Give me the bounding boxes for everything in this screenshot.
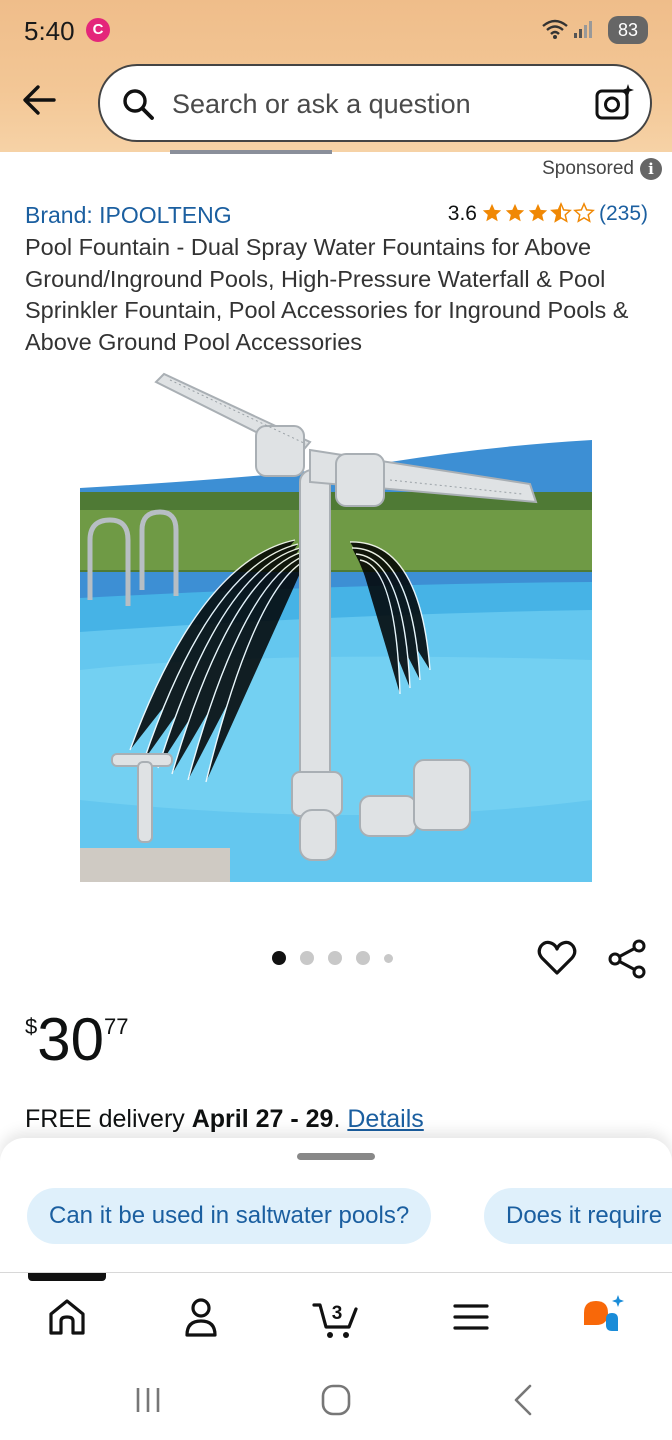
notification-badge: C [86, 18, 110, 42]
rating-value: 3.6 [447, 202, 477, 225]
bottom-nav: 3 [0, 1272, 672, 1360]
product-title: Pool Fountain - Dual Spray Water Fountai… [25, 234, 629, 355]
info-icon[interactable]: i [640, 158, 662, 180]
cart-icon[interactable]: 3 [311, 1293, 359, 1341]
star-empty-icon [573, 202, 595, 223]
rating-count: (235) [598, 202, 648, 225]
rating-summary[interactable]: 3.6 (235) [448, 202, 648, 226]
status-bar: 5:40 C 83 [24, 12, 648, 48]
sponsored-label[interactable]: Sponsored i [542, 158, 662, 180]
star-full-icon [528, 203, 548, 222]
search-icon [123, 89, 154, 120]
carousel-dot[interactable] [328, 951, 342, 965]
price-cents: 77 [104, 1014, 129, 1039]
delivery-suffix: . [333, 1105, 348, 1133]
product-image[interactable] [60, 370, 620, 900]
delivery-info: FREE delivery April 27 - 29. Details [25, 1105, 424, 1134]
suggestions-sheet[interactable]: Can it be used in saltwater pools? Does … [0, 1138, 672, 1278]
status-time: 5:40 [24, 16, 75, 46]
camera-search-icon[interactable] [594, 82, 636, 124]
star-full-icon [505, 203, 525, 222]
delivery-details-link[interactable]: Details [347, 1105, 423, 1133]
app-header: 5:40 C 83 [0, 0, 672, 154]
carousel-dot[interactable] [384, 953, 393, 963]
signal-icon [574, 21, 592, 38]
carousel-dot[interactable] [300, 951, 314, 965]
suggestion-chip[interactable]: Can it be used in saltwater pools? [27, 1188, 432, 1244]
search-bar[interactable] [98, 64, 652, 142]
rufus-ai-icon[interactable] [580, 1293, 628, 1341]
search-input[interactable] [172, 84, 572, 124]
sheet-grabber[interactable] [297, 1153, 375, 1160]
star-half-icon [550, 202, 572, 223]
share-icon[interactable] [606, 938, 648, 980]
delivery-prefix: FREE delivery [25, 1105, 192, 1133]
carousel-dot[interactable] [356, 951, 370, 965]
header-divider [170, 150, 332, 154]
home-icon[interactable] [43, 1293, 91, 1341]
account-icon[interactable] [177, 1293, 225, 1341]
recent-apps-icon[interactable] [128, 1382, 168, 1418]
back-button-icon[interactable] [504, 1382, 544, 1418]
cart-badge: 3 [332, 1303, 343, 1324]
nav-active-indicator [28, 1273, 106, 1281]
brand-link[interactable]: Brand: IPOOLTENG [25, 202, 232, 229]
heart-icon[interactable] [536, 938, 578, 978]
home-button-icon[interactable] [316, 1382, 356, 1418]
price-currency: $ [25, 1014, 38, 1039]
carousel-dot-active[interactable] [272, 951, 286, 965]
rating-stars [481, 202, 595, 224]
price: $ 30 77 [25, 1008, 128, 1072]
carousel-dots[interactable] [272, 951, 393, 965]
battery-indicator: 83 [608, 16, 648, 44]
back-arrow-icon[interactable] [18, 78, 62, 122]
menu-icon[interactable] [447, 1293, 495, 1341]
wifi-icon [542, 19, 568, 39]
delivery-date: April 27 - 29 [191, 1105, 334, 1133]
system-navigation [0, 1360, 672, 1440]
sponsored-text: Sponsored [542, 158, 634, 179]
price-whole: 30 [37, 1006, 104, 1073]
suggestion-chip[interactable]: Does it require [484, 1188, 672, 1244]
star-full-icon [482, 203, 502, 222]
